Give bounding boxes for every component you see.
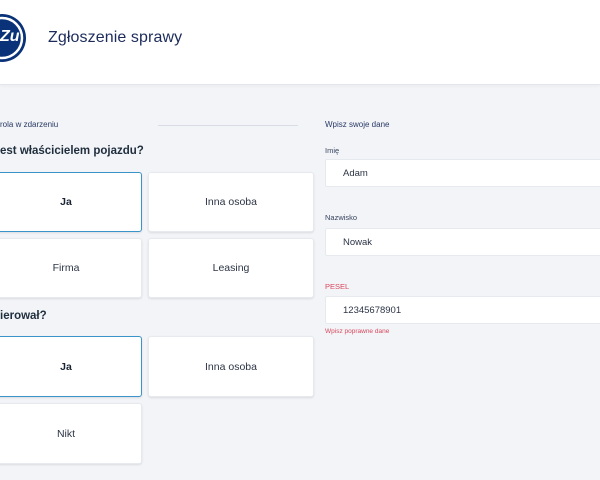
last-name-field[interactable]: Nowak: [325, 228, 600, 256]
first-name-label: Imię: [325, 146, 340, 155]
first-name-value: Adam: [343, 167, 368, 179]
option-label: Ja: [60, 360, 72, 373]
personal-data-section-label: Wpisz swoje dane: [325, 120, 390, 129]
option-label: Ja: [60, 196, 72, 208]
pesel-field[interactable]: 12345678901: [325, 296, 600, 324]
owner-question: est właścicielem pojazdu?: [0, 145, 144, 157]
option-label: Inna osoba: [205, 196, 257, 208]
owner-option-me[interactable]: Ja: [0, 172, 142, 232]
option-label: Firma: [52, 262, 80, 274]
last-name-label: Nazwisko: [325, 213, 358, 222]
driver-question: ierował?: [0, 310, 47, 322]
owner-option-other-person[interactable]: Inna osoba: [148, 172, 314, 232]
owner-option-leasing[interactable]: Leasing: [148, 238, 314, 298]
option-label: Nikt: [56, 427, 76, 440]
last-name-value: Nowak: [343, 236, 373, 248]
section-divider: [158, 125, 298, 126]
role-section-label: rola w zdarzeniu: [0, 120, 59, 129]
pesel-label: PESEL: [325, 282, 350, 291]
pesel-value: 12345678901: [343, 304, 402, 316]
logo-text: Zu: [0, 28, 20, 45]
owner-option-company[interactable]: Firma: [0, 238, 142, 298]
option-label: Inna osoba: [205, 360, 257, 373]
app-header: Zu Zgłoszenie sprawy: [0, 0, 600, 85]
zurich-logo[interactable]: Zu: [0, 14, 26, 62]
driver-option-me[interactable]: Ja: [0, 336, 142, 397]
page-title: Zgłoszenie sprawy: [48, 29, 183, 46]
driver-option-nobody[interactable]: Nikt: [0, 403, 142, 464]
pesel-error-message: Wpisz poprawne dane: [325, 328, 390, 335]
driver-option-other-person[interactable]: Inna osoba: [148, 336, 314, 397]
option-label: Leasing: [212, 262, 250, 274]
first-name-field[interactable]: Adam: [325, 159, 600, 187]
